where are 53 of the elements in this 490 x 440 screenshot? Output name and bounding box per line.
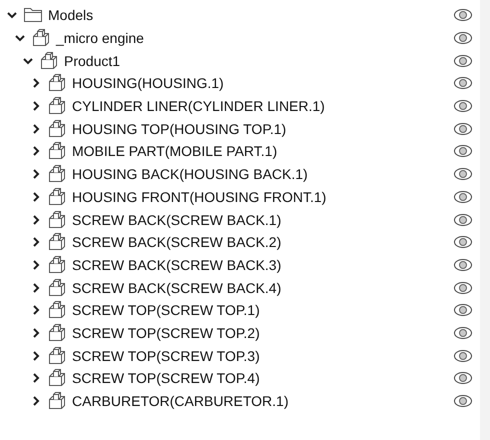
tree-item-label[interactable]: Models [48, 7, 94, 24]
visibility-eye-icon[interactable] [453, 8, 473, 22]
visibility-eye-icon[interactable] [453, 144, 473, 158]
visibility-eye-icon[interactable] [453, 235, 473, 250]
visibility-eye-icon[interactable] [453, 371, 473, 386]
block-icon [39, 50, 59, 71]
tree-item-label[interactable]: CYLINDER LINER(CYLINDER LINER.1) [72, 98, 325, 114]
visibility-eye-icon[interactable] [453, 31, 473, 46]
block-icon [47, 300, 67, 320]
block-icon [47, 73, 67, 94]
tree-item-label[interactable]: HOUSING(HOUSING.1) [72, 75, 224, 92]
visibility-eye-icon[interactable] [453, 258, 473, 272]
tree-item-label[interactable]: SCREW TOP(SCREW TOP.2) [72, 324, 260, 341]
visibility-eye-icon[interactable] [453, 76, 473, 90]
tree-item-label[interactable]: SCREW BACK(SCREW BACK.2) [72, 234, 282, 250]
tree-item-label[interactable]: SCREW BACK(SCREW BACK.3) [72, 256, 282, 273]
block-icon [47, 368, 67, 388]
tree-item-label[interactable]: SCREW TOP(SCREW TOP.4) [72, 370, 260, 386]
block-icon [47, 232, 67, 252]
tree-item-label[interactable]: Product1 [64, 52, 120, 69]
block-icon [47, 391, 67, 412]
tree-item-label[interactable]: SCREW BACK(SCREW BACK.4) [72, 280, 282, 296]
block-icon [47, 210, 67, 230]
tree-item-label[interactable]: _micro engine [56, 30, 144, 46]
tree-item-label[interactable]: SCREW TOP(SCREW TOP.1) [72, 302, 260, 318]
block-icon [47, 118, 67, 139]
block-icon [47, 346, 67, 366]
visibility-eye-icon[interactable] [453, 280, 473, 295]
visibility-eye-icon[interactable] [453, 167, 473, 182]
block-icon [47, 164, 67, 184]
tree-item-label[interactable]: SCREW BACK(SCREW BACK.1) [72, 212, 282, 228]
block-icon [47, 96, 67, 116]
tree-item-label[interactable]: CARBURETOR(CARBURETOR.1) [72, 393, 289, 410]
block-icon [47, 278, 67, 298]
visibility-eye-icon[interactable] [453, 326, 473, 340]
block-icon [47, 322, 67, 343]
tree-item-label[interactable]: HOUSING BACK(HOUSING BACK.1) [72, 166, 308, 182]
block-icon [47, 254, 67, 275]
visibility-eye-icon[interactable] [453, 348, 473, 363]
tree-item-label[interactable]: MOBILE PART(MOBILE PART.1) [72, 143, 278, 160]
visibility-eye-icon[interactable] [453, 394, 473, 408]
visibility-eye-icon[interactable] [453, 99, 473, 114]
visibility-eye-icon[interactable] [453, 190, 473, 204]
tree-item-label[interactable]: HOUSING TOP(HOUSING TOP.1) [72, 120, 286, 137]
block-icon [31, 28, 51, 48]
visibility-eye-icon[interactable] [453, 122, 473, 136]
block-icon [47, 186, 67, 207]
tree-item-label[interactable]: SCREW TOP(SCREW TOP.3) [72, 348, 260, 364]
visibility-eye-icon[interactable] [453, 54, 473, 68]
tree-item-label[interactable]: HOUSING FRONT(HOUSING FRONT.1) [72, 188, 326, 205]
block-icon [47, 141, 67, 162]
visibility-eye-icon[interactable] [453, 212, 473, 227]
visibility-eye-icon[interactable] [453, 303, 473, 318]
